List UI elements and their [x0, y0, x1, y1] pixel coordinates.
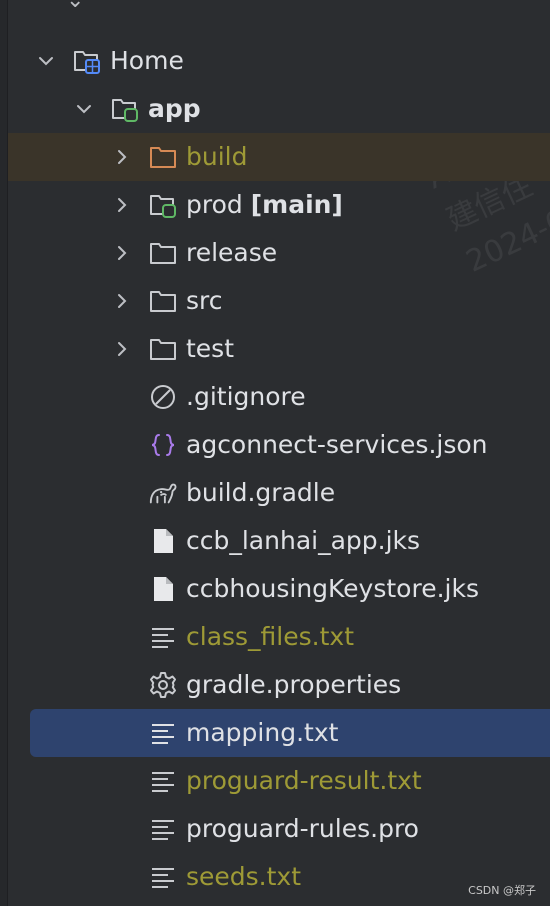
gradle-elephant-icon [148, 469, 178, 517]
gear-icon [148, 661, 178, 709]
chevron-down-icon[interactable] [34, 37, 58, 85]
tree-node-label: class_files.txt [186, 622, 355, 651]
tree-node-app[interactable]: app [8, 85, 550, 133]
tree-node-label: prod [main] [186, 181, 343, 229]
folder-icon [148, 325, 178, 373]
android-module-folder-icon [110, 85, 140, 133]
tree-node-label: src [186, 286, 223, 315]
tree-node-label: gradle.properties [186, 670, 402, 699]
tree-node-label: release [186, 238, 278, 267]
tree-node-mapping-txt[interactable]: mapping.txt [30, 709, 550, 757]
tree-node-gitignore[interactable]: .gitignore [8, 373, 550, 421]
file-icon [148, 517, 178, 565]
tree-node-build-gradle[interactable]: build.gradle [8, 469, 550, 517]
tree-node-label: proguard-rules.pro [186, 814, 419, 843]
tree-node-label: Home [110, 46, 184, 75]
text-file-icon [148, 757, 178, 805]
file-icon [148, 565, 178, 613]
chevron-down-icon[interactable] [72, 85, 96, 133]
folder-name: prod [186, 190, 243, 219]
source-set-folder-icon [148, 181, 178, 229]
excluded-folder-icon [148, 133, 178, 181]
project-tree: ⌄ Home app build prod [main] release src… [0, 0, 550, 906]
tree-node-label: ccbhousingKeystore.jks [186, 574, 479, 603]
tree-node-label: build.gradle [186, 478, 336, 507]
tree-node-release[interactable]: release [8, 229, 550, 277]
text-file-icon [148, 805, 178, 853]
tree-node-test[interactable]: test [8, 325, 550, 373]
tree-node-class-files-txt[interactable]: class_files.txt [8, 613, 550, 661]
tree-node-proguard-rules-pro[interactable]: proguard-rules.pro [8, 805, 550, 853]
text-file-icon [148, 613, 178, 661]
chevron-right-icon[interactable] [110, 277, 134, 325]
csdn-watermark: CSDN @郑子 [468, 884, 536, 897]
collapsed-parent-chevron-icon[interactable]: ⌄ [66, 0, 84, 13]
folder-icon [148, 229, 178, 277]
branch-tag: [main] [250, 190, 343, 219]
chevron-right-icon[interactable] [110, 229, 134, 277]
ignore-file-icon [148, 373, 178, 421]
chevron-right-icon[interactable] [110, 133, 134, 181]
chevron-right-icon[interactable] [110, 325, 134, 373]
tree-node-gradle-properties[interactable]: gradle.properties [8, 661, 550, 709]
folder-icon [148, 277, 178, 325]
tree-node-home[interactable]: Home [8, 37, 550, 85]
tree-node-src[interactable]: src [8, 277, 550, 325]
tree-node-label: proguard-result.txt [186, 766, 422, 795]
tree-node-label: seeds.txt [186, 862, 302, 891]
chevron-right-icon[interactable] [110, 181, 134, 229]
tree-node-label: mapping.txt [186, 718, 339, 747]
tree-node-build[interactable]: build [8, 133, 550, 181]
module-folder-icon [72, 37, 102, 85]
tree-node-prod[interactable]: prod [main] [8, 181, 550, 229]
tree-node-label: build [186, 142, 248, 171]
tree-node-label: ccb_lanhai_app.jks [186, 526, 421, 555]
text-file-icon [148, 709, 178, 757]
json-file-icon [148, 421, 178, 469]
tree-node-proguard-result-txt[interactable]: proguard-result.txt [8, 757, 550, 805]
tree-node-label: agconnect-services.json [186, 430, 488, 459]
tree-node-label: .gitignore [186, 382, 306, 411]
tree-node-agconnect-services-json[interactable]: agconnect-services.json [8, 421, 550, 469]
tree-node-label: app [148, 94, 201, 123]
tree-node-ccb-lanhai-app-jks[interactable]: ccb_lanhai_app.jks [8, 517, 550, 565]
text-file-icon [148, 853, 178, 901]
tree-node-ccbhousing-keystore-jks[interactable]: ccbhousingKeystore.jks [8, 565, 550, 613]
tree-node-label: test [186, 334, 235, 363]
